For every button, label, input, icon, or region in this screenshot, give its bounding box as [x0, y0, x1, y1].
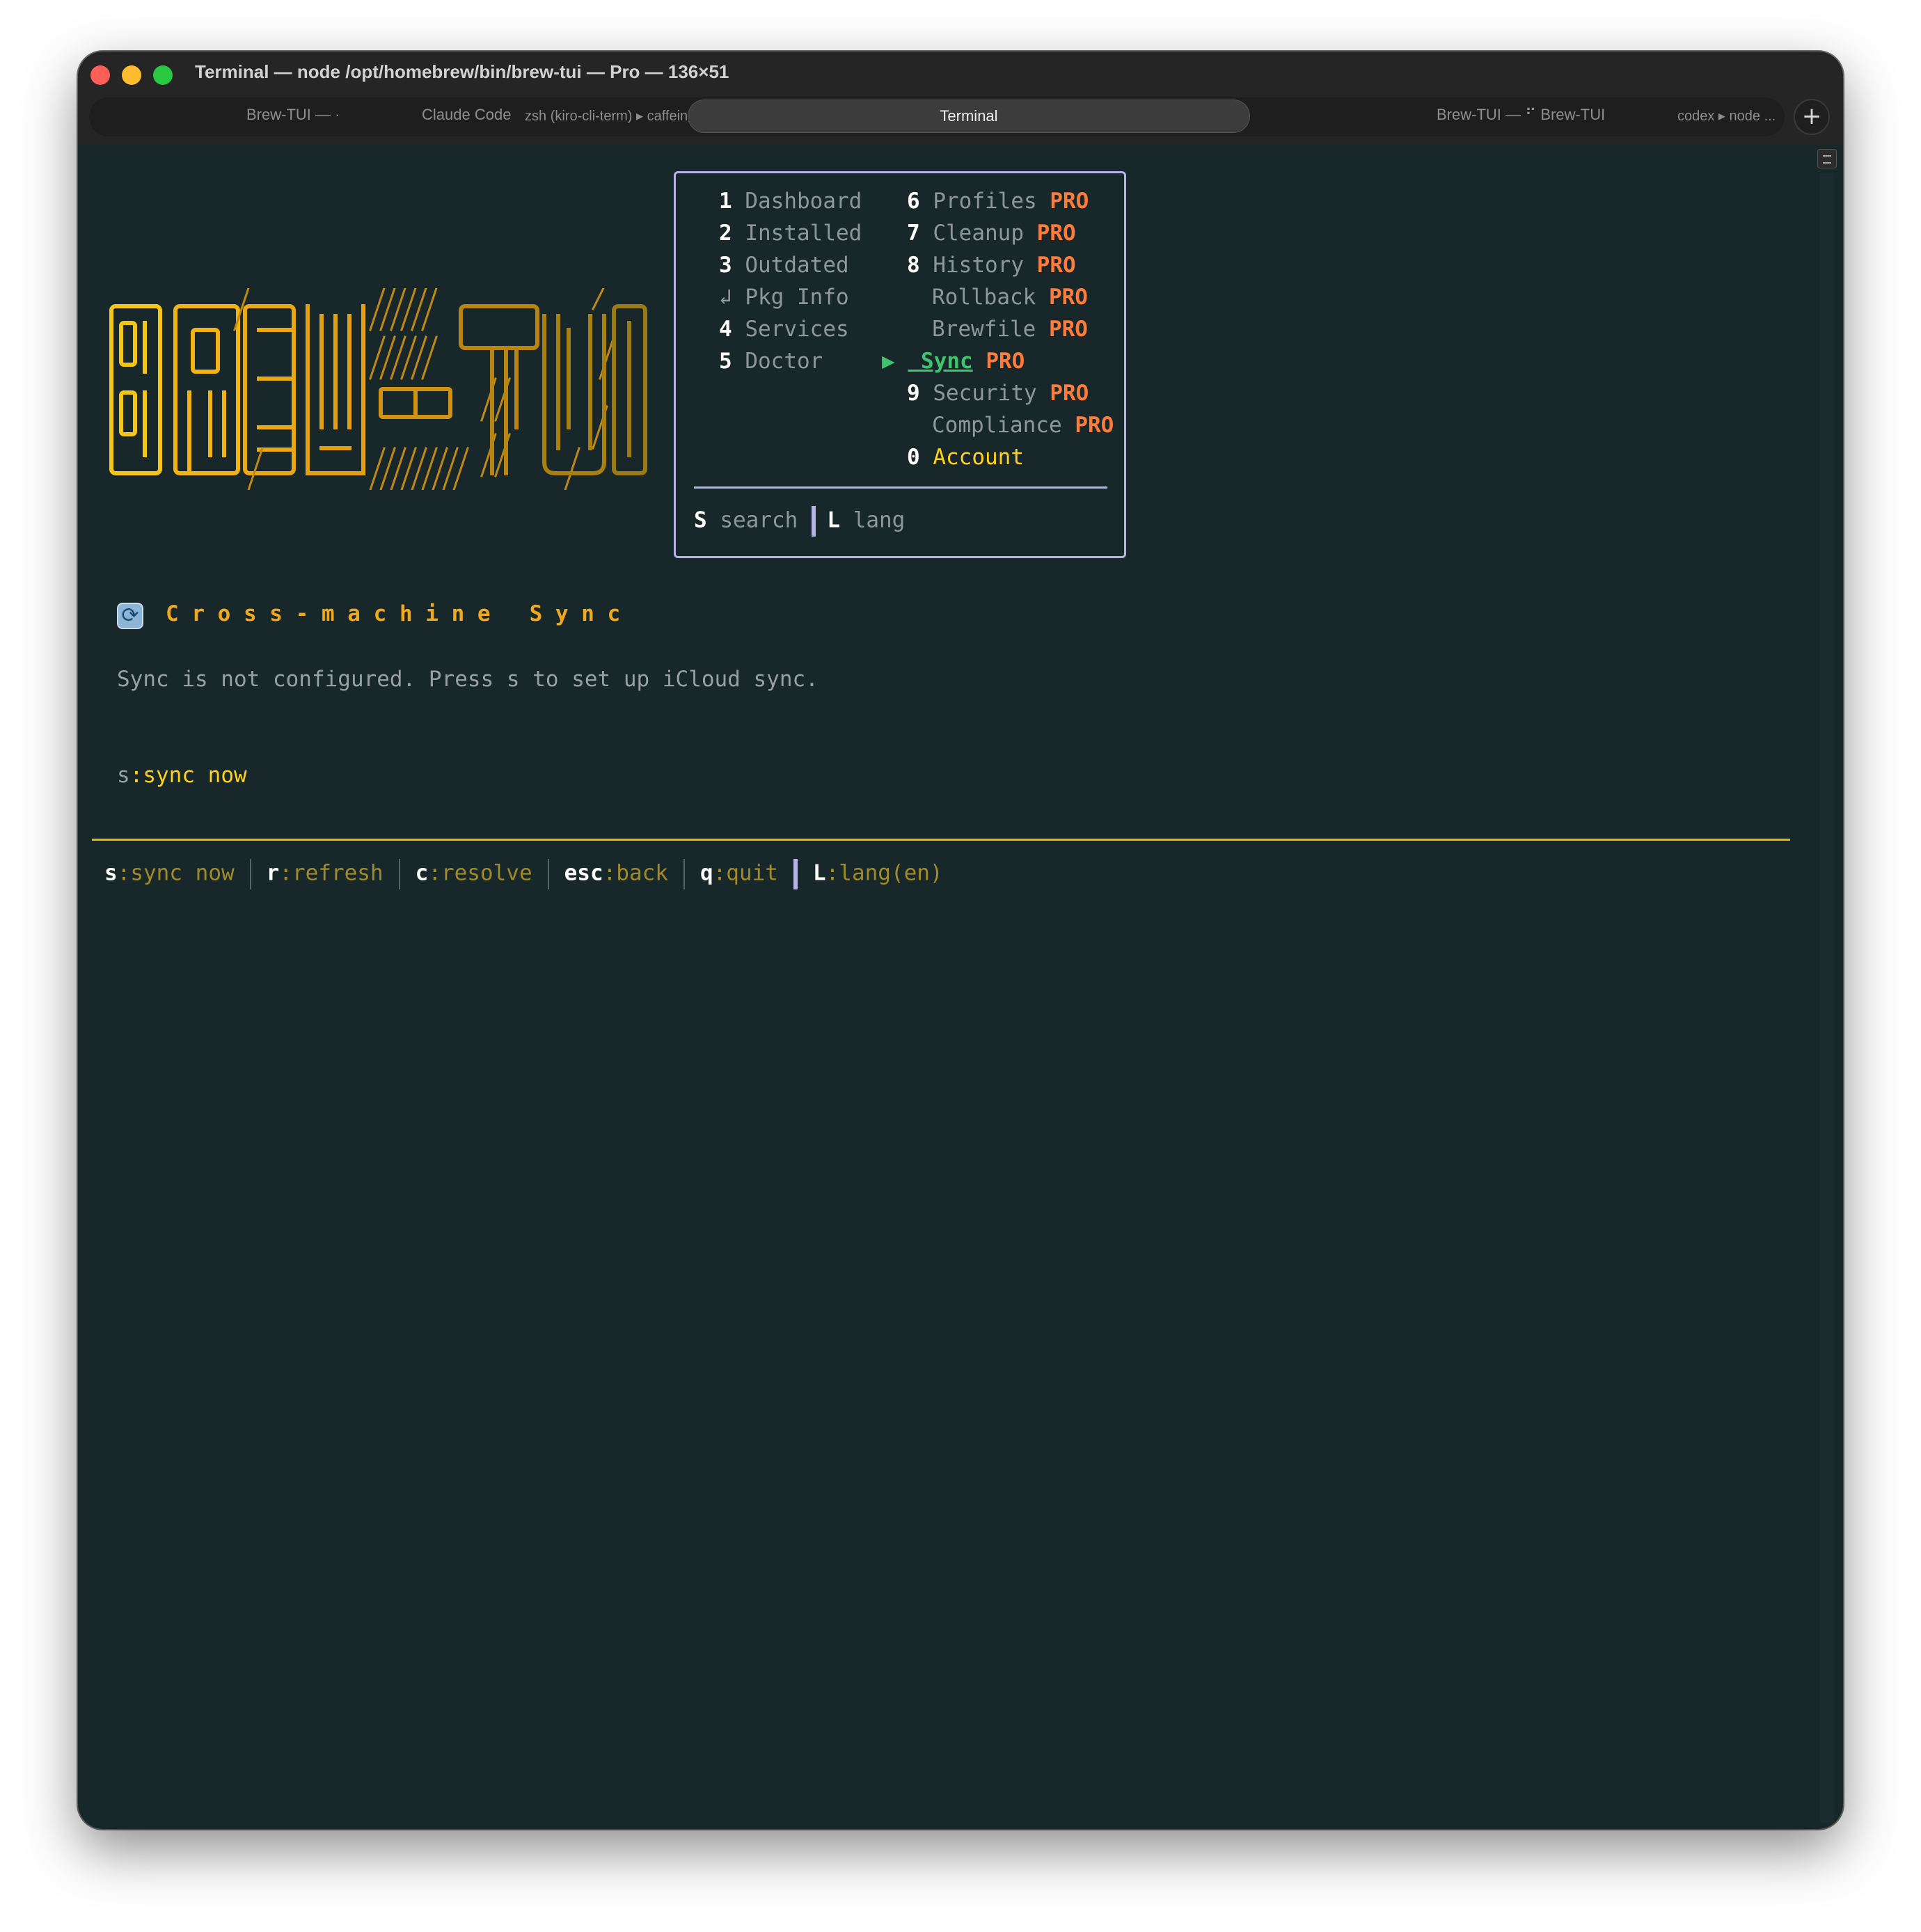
shortcut-resolve[interactable]: c:resolve	[416, 861, 532, 886]
shortcut-bar: s:sync now r:refresh c:resolve esc:back q:qu…	[104, 859, 943, 889]
lang-shortcut[interactable]: L lang	[827, 508, 905, 533]
menu-item-pkg-info[interactable]: ↲ Pkg Info	[719, 285, 849, 310]
search-shortcut[interactable]: S search	[694, 508, 798, 533]
menu-item-history[interactable]: 8 History PRO	[907, 253, 1076, 278]
return-icon: ↲	[719, 285, 732, 310]
shortcut-refresh[interactable]: r:refresh	[267, 861, 384, 886]
shortcut-back[interactable]: esc:back	[564, 861, 668, 886]
shortcut-sync-now[interactable]: s:sync now	[104, 861, 235, 886]
menu-item-compliance[interactable]: Compliance PRO	[932, 413, 1114, 438]
statusbar-divider	[92, 839, 1790, 841]
menu-item-rollback[interactable]: Rollback PRO	[932, 285, 1088, 310]
new-tab-button[interactable]: +	[1794, 99, 1830, 135]
tab-brew-tui-2[interactable]: Brew-TUI — ⠋ Brew-TUI	[1437, 106, 1605, 124]
menu-item-security[interactable]: 9 Security PRO	[907, 381, 1089, 406]
title-bar: Terminal — node /opt/homebrew/bin/brew-t…	[78, 52, 1843, 145]
shortcut-lang[interactable]: L:lang(en)	[813, 861, 943, 886]
tab-terminal[interactable]: Terminal	[688, 100, 1250, 133]
menu-item-installed[interactable]: 2 Installed	[719, 221, 862, 246]
nav-menu: 1 Dashboard 2 Installed 3 Outdated ↲ Pkg…	[674, 171, 1126, 558]
sync-status-message: Sync is not configured. Press s to set u…	[117, 667, 819, 692]
menu-divider	[694, 486, 1107, 489]
tab-claude-code[interactable]: Claude Code	[422, 106, 511, 124]
brew-tui-logo	[109, 288, 647, 490]
shortcut-quit[interactable]: q:quit	[700, 861, 778, 886]
minimize-button[interactable]	[122, 65, 141, 85]
menu-item-account[interactable]: 0 Account	[907, 445, 1024, 470]
footer-divider	[812, 506, 816, 537]
menu-item-doctor[interactable]: 5 Doctor	[719, 349, 823, 374]
menu-item-profiles[interactable]: 6 Profiles PRO	[907, 189, 1089, 214]
refresh-icon: ⟳	[117, 603, 143, 629]
scrollbar[interactable]	[1820, 173, 1834, 1823]
close-button[interactable]	[90, 65, 110, 85]
window-title: Terminal — node /opt/homebrew/bin/brew-t…	[195, 61, 729, 82]
menu-item-outdated[interactable]: 3 Outdated	[719, 253, 849, 278]
scrollbar-toggle-icon[interactable]	[1817, 149, 1837, 168]
menu-item-cleanup[interactable]: 7 Cleanup PRO	[907, 221, 1076, 246]
menu-item-services[interactable]: 4 Services	[719, 317, 849, 342]
menu-footer: S search L lang	[694, 506, 905, 537]
tab-bar: Brew-TUI — · Claude Code zsh (kiro-cli-t…	[89, 97, 1785, 136]
menu-item-dashboard[interactable]: 1 Dashboard	[719, 189, 862, 214]
selection-arrow-icon: ▶	[882, 349, 895, 374]
menu-item-brewfile[interactable]: Brewfile PRO	[932, 317, 1088, 342]
terminal-window: Terminal — node /opt/homebrew/bin/brew-t…	[78, 52, 1843, 1829]
maximize-button[interactable]	[153, 65, 173, 85]
tab-codex[interactable]: codex ▸ node ...	[1677, 107, 1776, 125]
menu-item-sync[interactable]: ▶ Sync PRO	[882, 349, 1025, 374]
section-title: C r o s s - m a c h i n e S y n c	[166, 601, 621, 626]
sync-now-hint[interactable]: s:sync now	[117, 763, 247, 788]
tab-brew-tui-1[interactable]: Brew-TUI — ·	[246, 106, 340, 124]
